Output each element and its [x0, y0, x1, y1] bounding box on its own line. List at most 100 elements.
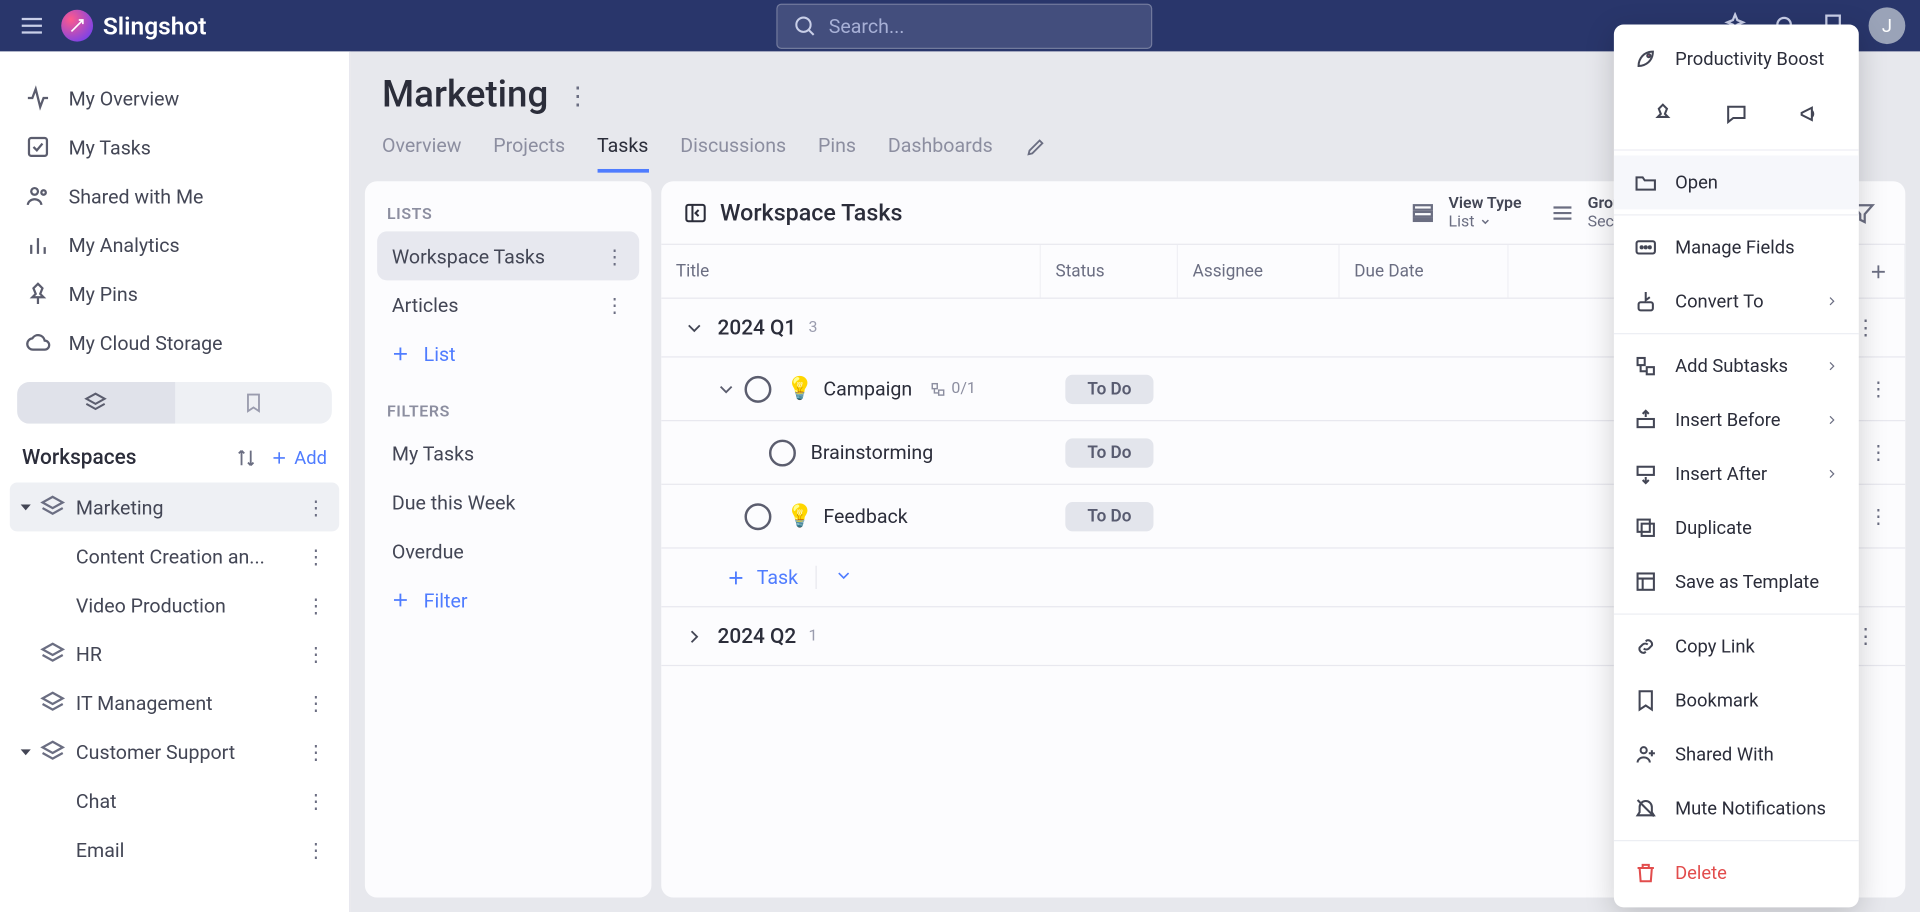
- workspace-child-video-production[interactable]: Video Production ⋮: [10, 580, 339, 629]
- add-workspace-link[interactable]: Add: [270, 447, 327, 469]
- tab-tasks[interactable]: Tasks: [597, 133, 648, 172]
- ctx-productivity-boost[interactable]: Productivity Boost: [1614, 32, 1859, 86]
- workspace-more-icon[interactable]: ⋮: [302, 740, 329, 763]
- tab-discussions[interactable]: Discussions: [680, 133, 786, 172]
- filter-due-this-week[interactable]: Due this Week: [377, 478, 639, 527]
- col-assignee[interactable]: Assignee: [1178, 245, 1340, 298]
- filter-overdue[interactable]: Overdue: [377, 527, 639, 576]
- tab-dashboards[interactable]: Dashboards: [888, 133, 993, 172]
- chevron-down-icon[interactable]: [683, 317, 705, 339]
- filter-my-tasks[interactable]: My Tasks: [377, 429, 639, 478]
- workspace-more-icon[interactable]: ⋮: [302, 838, 329, 861]
- task-checkbox[interactable]: [769, 439, 796, 466]
- nav-shared-with-me[interactable]: Shared with Me: [10, 171, 339, 220]
- status-chip[interactable]: To Do: [1065, 374, 1153, 403]
- col-title[interactable]: Title: [661, 245, 1041, 298]
- workspace-child-chat[interactable]: Chat ⋮: [10, 776, 339, 825]
- subtask-count[interactable]: 0/1: [929, 380, 976, 398]
- subtask-icon: [929, 380, 946, 397]
- ctx-duplicate[interactable]: Duplicate: [1614, 501, 1859, 555]
- collapse-panel-icon[interactable]: [683, 200, 707, 224]
- add-task-inline-button[interactable]: Task: [725, 566, 817, 589]
- nav-my-tasks[interactable]: My Tasks: [10, 122, 339, 171]
- ctx-insert-before[interactable]: Insert Before: [1614, 393, 1859, 447]
- list-workspace-tasks[interactable]: Workspace Tasks ⋮: [377, 231, 639, 280]
- caret-down-icon[interactable]: [17, 498, 34, 515]
- ctx-label: Duplicate: [1675, 517, 1752, 539]
- add-filter-link[interactable]: Filter: [377, 576, 639, 625]
- ctx-insert-after[interactable]: Insert After: [1614, 447, 1859, 501]
- add-task-dropdown[interactable]: [834, 565, 854, 589]
- col-due-date[interactable]: Due Date: [1340, 245, 1509, 298]
- bookmark-view-toggle[interactable]: [174, 382, 331, 424]
- pin-icon: [1651, 102, 1675, 126]
- ctx-bookmark[interactable]: Bookmark: [1614, 673, 1859, 727]
- page-more-icon[interactable]: ⋮: [565, 80, 589, 109]
- ctx-copy-link[interactable]: Copy Link: [1614, 620, 1859, 674]
- status-chip[interactable]: To Do: [1065, 501, 1153, 530]
- global-search[interactable]: [776, 3, 1152, 48]
- nav-label: My Cloud Storage: [69, 331, 223, 354]
- add-column-button[interactable]: [1851, 245, 1905, 298]
- add-list-link[interactable]: List: [377, 329, 639, 378]
- ctx-delete[interactable]: Delete: [1614, 846, 1859, 900]
- status-chip[interactable]: To Do: [1065, 438, 1153, 467]
- search-input[interactable]: [829, 14, 1136, 37]
- workspace-more-icon[interactable]: ⋮: [302, 593, 329, 616]
- ctx-open[interactable]: Open: [1614, 156, 1859, 210]
- nav-my-overview[interactable]: My Overview: [10, 73, 339, 122]
- nav-my-cloud-storage[interactable]: My Cloud Storage: [10, 318, 339, 367]
- nav-my-analytics[interactable]: My Analytics: [10, 220, 339, 269]
- task-more-icon[interactable]: ⋮: [1861, 377, 1905, 400]
- caret-down-icon[interactable]: [17, 743, 34, 760]
- section-count: 3: [808, 318, 817, 336]
- tree-label: Email: [76, 838, 125, 861]
- workspace-tree: Marketing ⋮ Content Creation an... ⋮ Vid…: [10, 482, 339, 874]
- ctx-label: Manage Fields: [1675, 236, 1794, 258]
- workspace-child-email[interactable]: Email ⋮: [10, 825, 339, 874]
- task-more-icon[interactable]: ⋮: [1861, 441, 1905, 464]
- task-checkbox[interactable]: [744, 503, 771, 530]
- chevron-right-icon[interactable]: [683, 625, 705, 647]
- tab-pins[interactable]: Pins: [818, 133, 856, 172]
- ctx-shared-with[interactable]: Shared With: [1614, 727, 1859, 781]
- ctx-announce-icon-button[interactable]: [1789, 93, 1831, 135]
- list-articles[interactable]: Articles ⋮: [377, 280, 639, 329]
- ctx-mute-notifications[interactable]: Mute Notifications: [1614, 781, 1859, 835]
- ctx-convert-to[interactable]: Convert To: [1614, 274, 1859, 328]
- list-more-icon[interactable]: ⋮: [605, 293, 625, 316]
- workspace-more-icon[interactable]: ⋮: [302, 642, 329, 665]
- ctx-add-subtasks[interactable]: Add Subtasks: [1614, 339, 1859, 393]
- tab-overview[interactable]: Overview: [382, 133, 461, 172]
- workspace-child-content-creation[interactable]: Content Creation an... ⋮: [10, 531, 339, 580]
- hamburger-menu[interactable]: [15, 9, 49, 43]
- sort-icon[interactable]: [235, 447, 257, 469]
- ctx-chat-icon-button[interactable]: [1716, 93, 1758, 135]
- ctx-save-template[interactable]: Save as Template: [1614, 555, 1859, 609]
- user-avatar[interactable]: J: [1869, 7, 1906, 44]
- workspace-it-management[interactable]: IT Management ⋮: [10, 678, 339, 727]
- workspace-more-icon[interactable]: ⋮: [302, 691, 329, 714]
- workspace-marketing[interactable]: Marketing ⋮: [10, 482, 339, 531]
- task-title: Brainstorming: [811, 441, 934, 464]
- ctx-pin-icon-button[interactable]: [1642, 93, 1684, 135]
- workspace-more-icon[interactable]: ⋮: [302, 495, 329, 518]
- ctx-manage-fields[interactable]: Manage Fields: [1614, 220, 1859, 274]
- task-checkbox[interactable]: [744, 375, 771, 402]
- edit-tabs-icon[interactable]: [1025, 133, 1047, 172]
- list-more-icon[interactable]: ⋮: [605, 244, 625, 267]
- list-title: Workspace Tasks: [720, 198, 902, 226]
- task-more-icon[interactable]: ⋮: [1861, 504, 1905, 527]
- col-status[interactable]: Status: [1041, 245, 1178, 298]
- view-type-selector[interactable]: View Type List: [1409, 194, 1521, 231]
- workspace-hr[interactable]: HR ⋮: [10, 629, 339, 678]
- task-title: Feedback: [823, 504, 907, 527]
- chevron-down-icon[interactable]: [715, 378, 737, 400]
- nav-my-pins[interactable]: My Pins: [10, 269, 339, 318]
- stack-view-toggle[interactable]: [17, 382, 174, 424]
- workspace-more-icon[interactable]: ⋮: [302, 789, 329, 812]
- app-logo[interactable]: Slingshot: [61, 10, 206, 42]
- workspace-customer-support[interactable]: Customer Support ⋮: [10, 727, 339, 776]
- tab-projects[interactable]: Projects: [493, 133, 565, 172]
- workspace-more-icon[interactable]: ⋮: [302, 544, 329, 567]
